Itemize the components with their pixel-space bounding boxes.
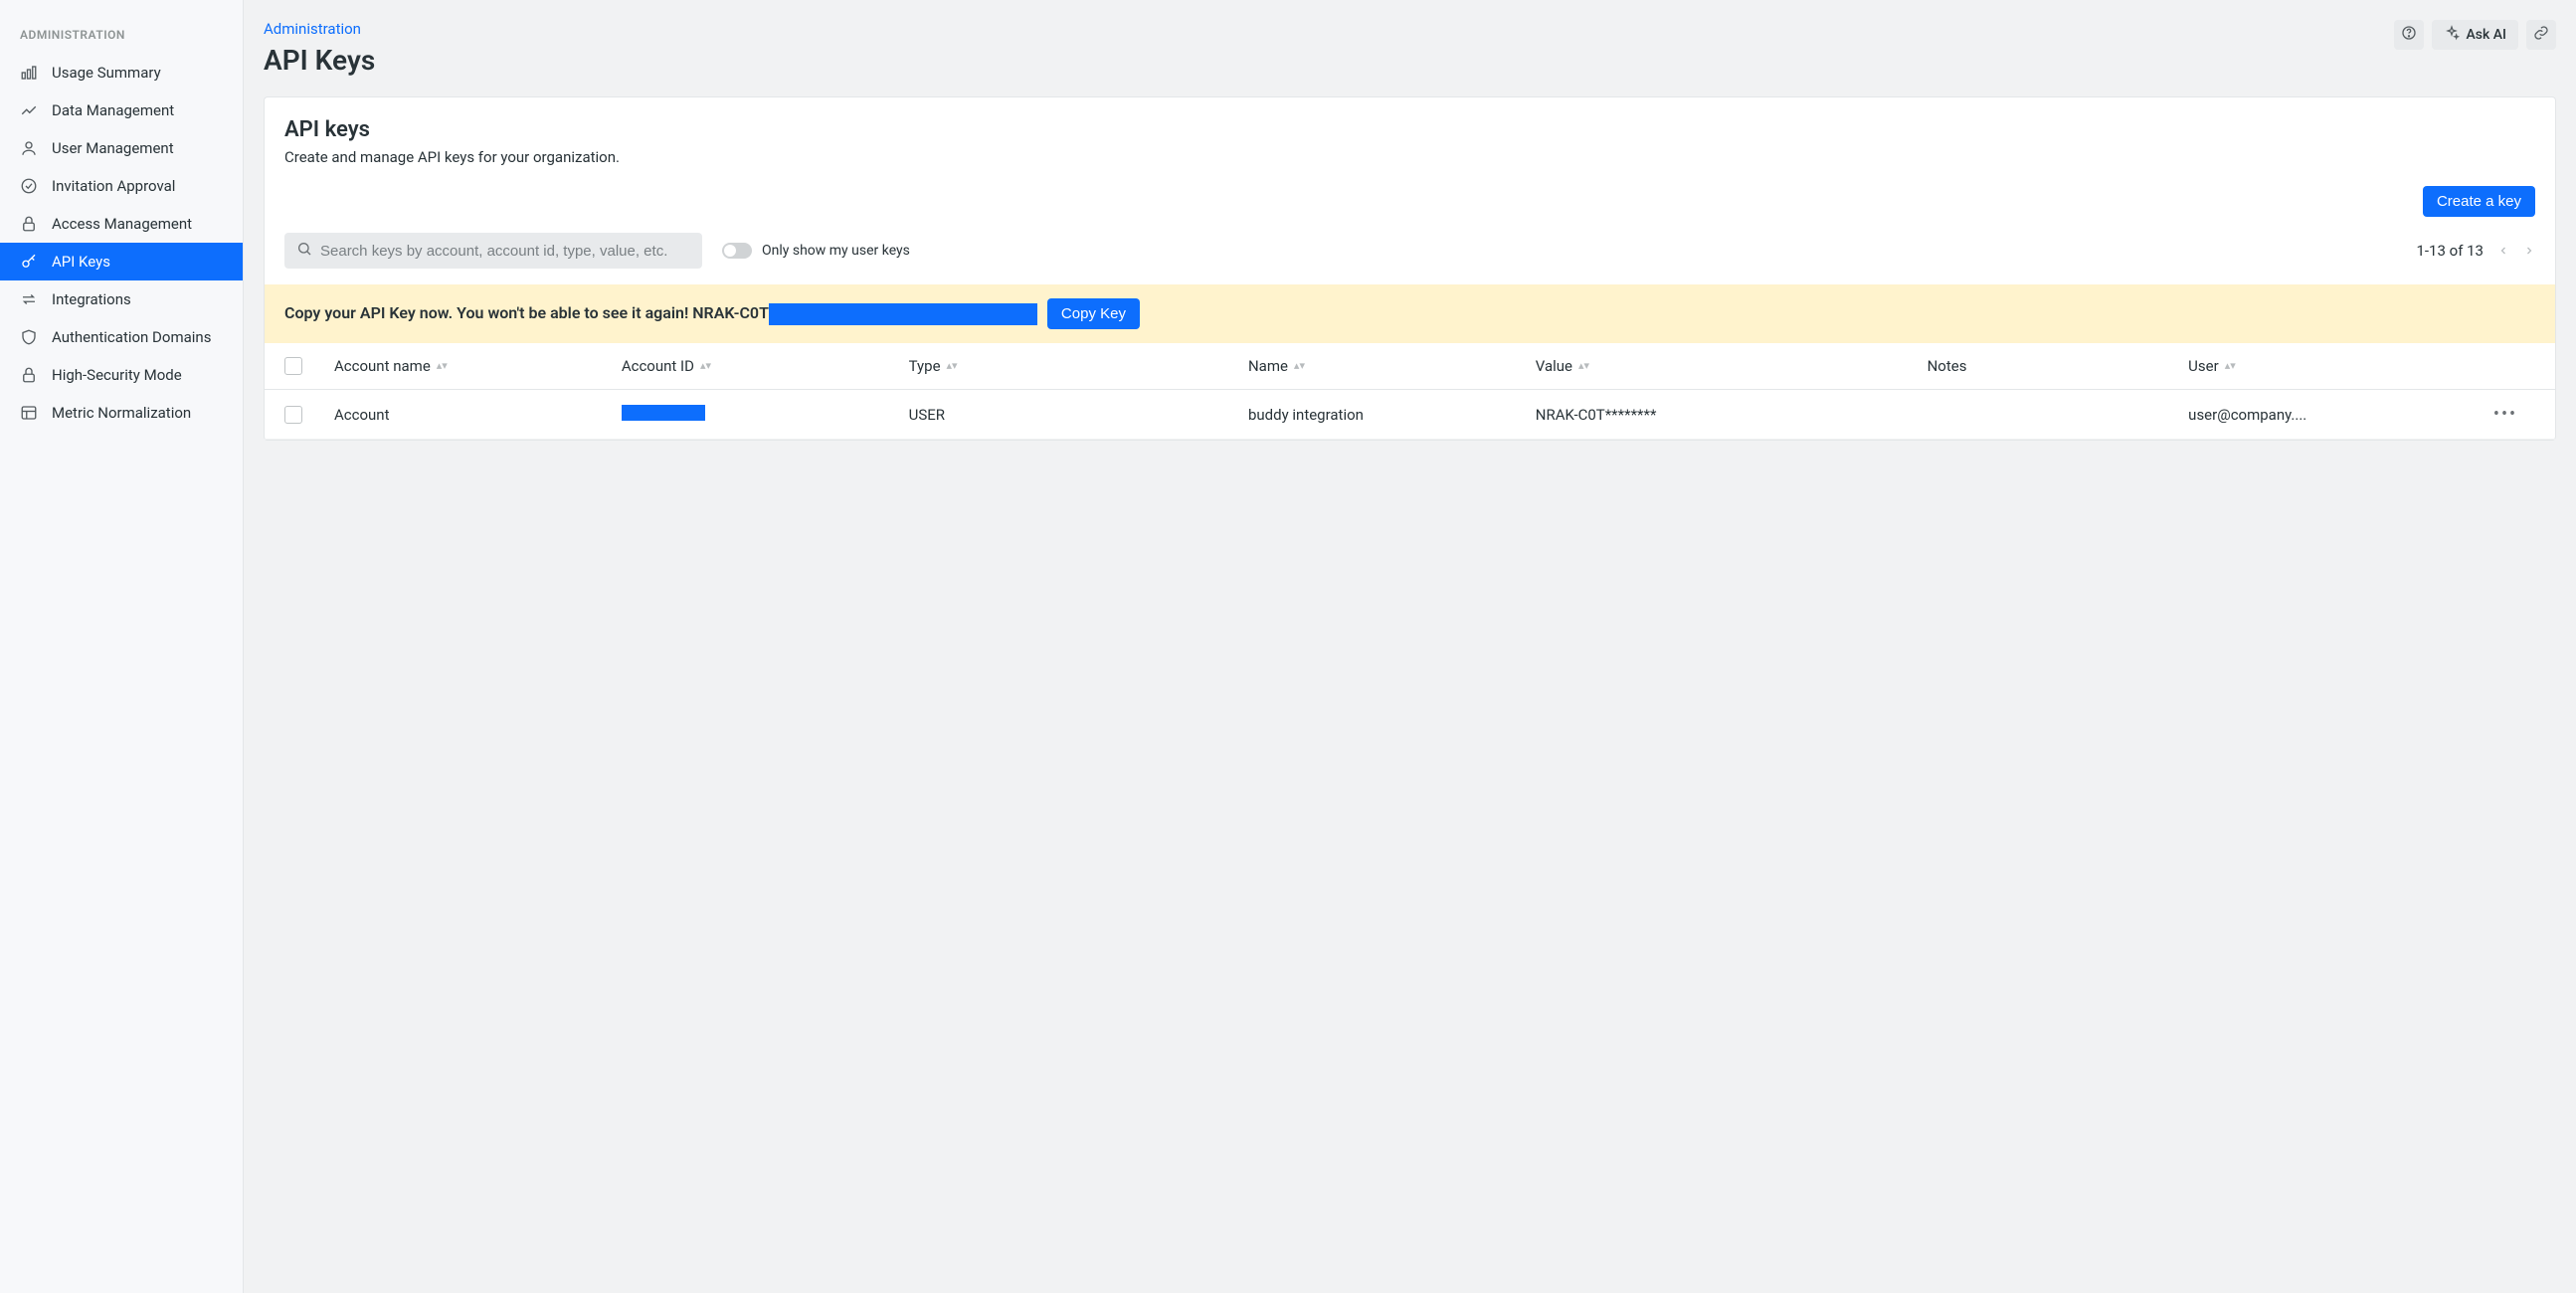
copy-key-button[interactable]: Copy Key — [1047, 298, 1140, 329]
help-button[interactable] — [2394, 20, 2424, 50]
ask-ai-button[interactable]: Ask AI — [2432, 20, 2518, 50]
sidebar-item-user-management[interactable]: User Management — [0, 129, 243, 167]
sidebar-item-label: Access Management — [52, 215, 192, 233]
search-box[interactable] — [284, 233, 702, 269]
card-subtitle: Create and manage API keys for your orga… — [284, 148, 2535, 166]
main-header: Administration API Keys Ask AI — [244, 0, 2576, 87]
sort-icon: ▴▾ — [437, 363, 448, 369]
sidebar-item-label: Usage Summary — [52, 64, 161, 82]
cell-type: USER — [909, 406, 1248, 424]
col-account-name[interactable]: Account name▴▾ — [334, 357, 622, 375]
col-name[interactable]: Name▴▾ — [1248, 357, 1536, 375]
sidebar-item-authentication-domains[interactable]: Authentication Domains — [0, 318, 243, 356]
search-icon — [296, 241, 312, 261]
sidebar-item-api-keys[interactable]: API Keys — [0, 243, 243, 280]
sidebar-item-label: Invitation Approval — [52, 177, 175, 195]
main-content: Administration API Keys Ask AI — [244, 0, 2576, 1293]
check-circle-icon — [20, 177, 38, 195]
col-type[interactable]: Type▴▾ — [909, 357, 1248, 375]
table-row: Account USER buddy integration NRAK-C0T*… — [265, 390, 2555, 440]
cell-account-name: Account — [334, 406, 622, 424]
sidebar-item-metric-normalization[interactable]: Metric Normalization — [0, 394, 243, 432]
copy-key-banner: Copy your API Key now. You won't be able… — [265, 284, 2555, 343]
pagination: 1-13 of 13 — [2416, 242, 2535, 261]
sidebar-item-invitation-approval[interactable]: Invitation Approval — [0, 167, 243, 205]
col-notes: Notes — [1928, 357, 2189, 375]
only-my-keys-toggle[interactable] — [722, 243, 752, 259]
sidebar-item-label: Data Management — [52, 101, 174, 119]
breadcrumb[interactable]: Administration — [264, 20, 375, 38]
sidebar-header: ADMINISTRATION — [0, 20, 243, 54]
sidebar-item-label: High-Security Mode — [52, 366, 182, 384]
select-all-checkbox[interactable] — [284, 357, 302, 375]
sort-icon: ▴▾ — [700, 363, 711, 369]
prev-page-button[interactable] — [2497, 242, 2509, 261]
user-icon — [20, 139, 38, 157]
col-user[interactable]: User▴▾ — [2188, 357, 2476, 375]
lock-icon — [20, 215, 38, 233]
search-input[interactable] — [320, 243, 690, 260]
redacted-key-icon — [769, 303, 1037, 325]
sparkle-icon — [2444, 25, 2460, 45]
lock-icon — [20, 366, 38, 384]
sidebar-item-high-security-mode[interactable]: High-Security Mode — [0, 356, 243, 394]
link-button[interactable] — [2526, 20, 2556, 50]
cell-name: buddy integration — [1248, 406, 1536, 424]
sidebar-item-integrations[interactable]: Integrations — [0, 280, 243, 318]
sort-icon: ▴▾ — [1294, 363, 1305, 369]
toggle-label: Only show my user keys — [762, 243, 910, 259]
line-chart-icon — [20, 101, 38, 119]
col-account-id[interactable]: Account ID▴▾ — [622, 357, 909, 375]
cell-value: NRAK-C0T******** — [1536, 406, 1928, 424]
cell-account-id — [622, 405, 909, 425]
api-keys-table: Account name▴▾ Account ID▴▾ Type▴▾ Name▴… — [265, 343, 2555, 440]
create-key-button[interactable]: Create a key — [2423, 186, 2535, 217]
sort-icon: ▴▾ — [2225, 363, 2236, 369]
sort-icon: ▴▾ — [1578, 363, 1589, 369]
shield-icon — [20, 328, 38, 346]
header-actions: Ask AI — [2394, 20, 2556, 50]
bar-chart-icon — [20, 64, 38, 82]
api-keys-card: API keys Create and manage API keys for … — [264, 96, 2556, 441]
sort-icon: ▴▾ — [947, 363, 958, 369]
sidebar-item-label: Integrations — [52, 290, 131, 308]
row-actions-button[interactable]: ••• — [2476, 404, 2535, 425]
help-circle-icon — [2401, 25, 2417, 45]
sidebar-item-access-management[interactable]: Access Management — [0, 205, 243, 243]
sidebar-item-label: Authentication Domains — [52, 328, 211, 346]
cell-user: user@company.... — [2188, 406, 2476, 424]
sidebar-item-data-management[interactable]: Data Management — [0, 92, 243, 129]
sidebar: ADMINISTRATION Usage Summary Data Manage… — [0, 0, 244, 1293]
col-value[interactable]: Value▴▾ — [1536, 357, 1928, 375]
sidebar-item-label: Metric Normalization — [52, 404, 191, 422]
sidebar-item-usage-summary[interactable]: Usage Summary — [0, 54, 243, 92]
page-title: API Keys — [264, 44, 375, 77]
sidebar-item-label: API Keys — [52, 253, 110, 271]
key-icon — [20, 253, 38, 271]
row-checkbox[interactable] — [284, 406, 302, 424]
link-icon — [2533, 25, 2549, 45]
redacted-id-icon — [622, 405, 705, 421]
layout-icon — [20, 404, 38, 422]
banner-text: Copy your API Key now. You won't be able… — [284, 303, 1037, 325]
next-page-button[interactable] — [2523, 242, 2535, 261]
table-head: Account name▴▾ Account ID▴▾ Type▴▾ Name▴… — [265, 343, 2555, 390]
pagination-text: 1-13 of 13 — [2416, 242, 2484, 260]
swap-icon — [20, 290, 38, 308]
sidebar-item-label: User Management — [52, 139, 174, 157]
ask-ai-label: Ask AI — [2466, 27, 2506, 43]
card-title: API keys — [284, 117, 2535, 142]
